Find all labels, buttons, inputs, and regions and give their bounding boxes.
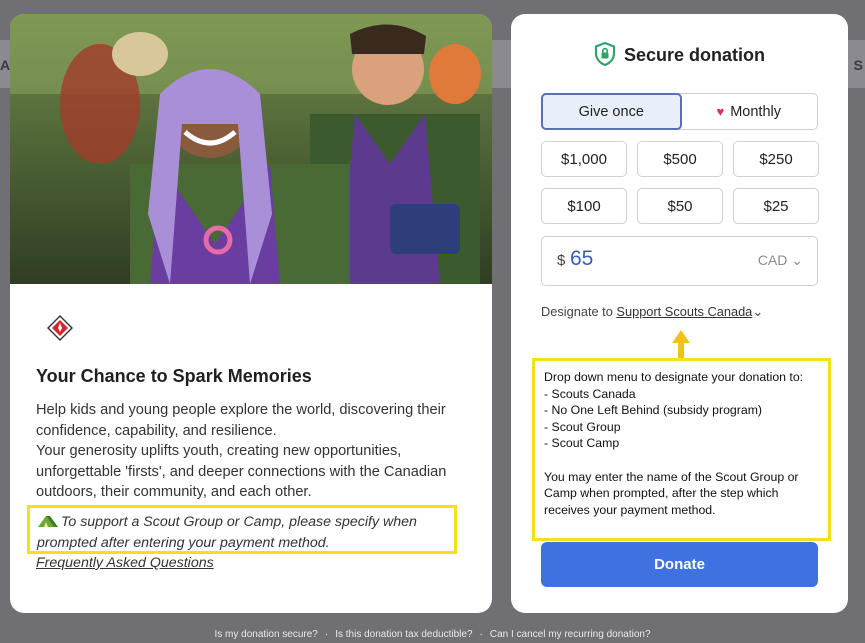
hero-photo: [10, 14, 492, 284]
story-title: Your Chance to Spark Memories: [36, 366, 312, 386]
arrow-up-annotation-icon: [672, 330, 690, 360]
story-body: Help kids and young people explore the w…: [36, 400, 476, 503]
background-text-left: A: [0, 57, 11, 73]
form-title: Secure donation: [623, 45, 766, 65]
amount-button-100[interactable]: $100: [541, 188, 627, 224]
scouts-canada-logo: [47, 315, 73, 341]
currency-code: CAD: [757, 252, 788, 268]
amount-button-25[interactable]: $25: [733, 188, 819, 224]
tent-icon: [38, 516, 58, 527]
highlighted-note: To support a Scout Group or Camp, please…: [27, 505, 457, 554]
footer-link-secure[interactable]: Is my donation secure?: [214, 629, 317, 640]
note-text: To support a Scout Group or Camp, please…: [37, 514, 417, 551]
chevron-down-icon: ⌄: [791, 252, 803, 268]
footer-links: Is my donation secure? · Is this donation …: [0, 629, 865, 640]
heart-icon: ♥: [716, 104, 725, 119]
story-paragraph-2: Your generosity uplifts youth, creating …: [36, 443, 447, 500]
designation-row: Designate to Support Scouts Canada⌄: [541, 304, 763, 320]
footer-link-tax[interactable]: Is this donation tax deductible?: [335, 629, 472, 640]
amount-button-250[interactable]: $250: [733, 141, 819, 177]
currency-symbol: $: [557, 252, 566, 269]
story-paragraph-1: Help kids and young people explore the w…: [36, 402, 446, 439]
donation-form-card: Secure donation Give once ♥ Monthly $1,0…: [511, 14, 848, 613]
amount-button-500[interactable]: $500: [637, 141, 723, 177]
callout-line: [544, 452, 819, 469]
callout-line: - No One Left Behind (subsidy program): [544, 403, 763, 418]
callout-line: - Scout Group: [544, 419, 621, 434]
designation-callout: Drop down menu to designate your donatio…: [532, 358, 831, 541]
give-once-button[interactable]: Give once: [541, 93, 682, 130]
monthly-label: Monthly: [730, 103, 781, 120]
frequency-toggle: Give once ♥ Monthly: [541, 93, 818, 130]
footer-link-cancel[interactable]: Can I cancel my recurring donation?: [490, 629, 651, 640]
background-text-right: S: [853, 57, 863, 73]
faq-link[interactable]: Frequently Asked Questions: [36, 555, 214, 571]
designation-dropdown[interactable]: Support Scouts Canada: [616, 304, 752, 319]
story-card: Your Chance to Spark Memories Help kids …: [10, 14, 492, 613]
amount-grid: $1,000 $500 $250 $100 $50 $25: [541, 141, 819, 224]
custom-amount-value[interactable]: 65: [570, 247, 593, 271]
designation-value: Support Scouts Canada: [616, 304, 753, 319]
amount-button-50[interactable]: $50: [637, 188, 723, 224]
shield-lock-icon: [594, 42, 616, 66]
monthly-button[interactable]: ♥ Monthly: [681, 94, 818, 129]
form-header: Secure donation: [511, 42, 848, 66]
donate-button[interactable]: Donate: [541, 542, 818, 587]
callout-line: - Scout Camp: [544, 436, 620, 451]
custom-amount-field[interactable]: $ 65 CAD ⌄: [541, 236, 818, 286]
currency-select[interactable]: CAD ⌄: [758, 252, 803, 269]
amount-button-1000[interactable]: $1,000: [541, 141, 627, 177]
callout-line: - Scouts Canada: [544, 386, 636, 401]
callout-line: Drop down menu to designate your donatio…: [544, 370, 804, 384]
footer-separator: ·: [324, 629, 329, 640]
give-once-label: Give once: [578, 103, 644, 120]
callout-line: You may enter the name of the Scout Grou…: [544, 469, 799, 517]
footer-separator: ·: [479, 629, 483, 640]
designate-prefix: Designate to: [541, 304, 613, 319]
designation-chevron-icon[interactable]: ⌄: [752, 304, 763, 319]
